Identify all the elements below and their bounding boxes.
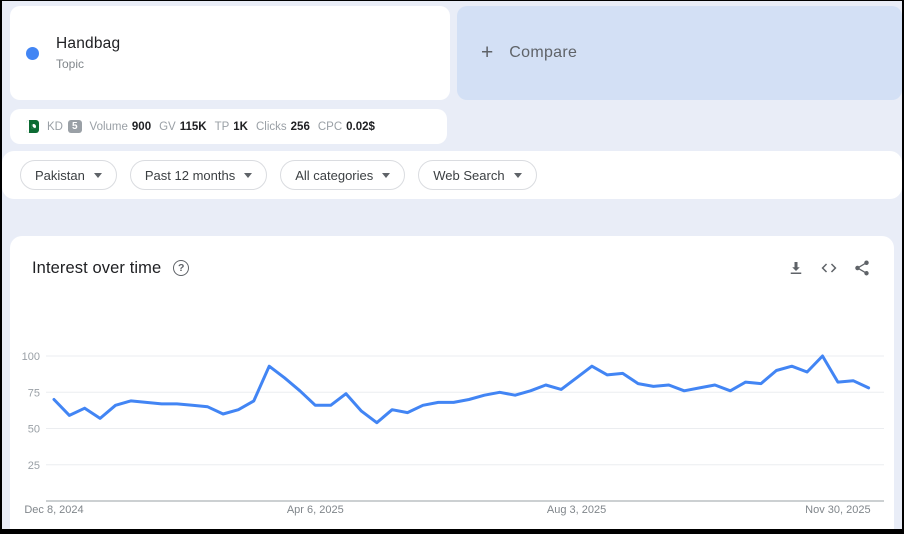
y-axis-label: 75: [28, 387, 40, 399]
filters-bar: Pakistan Past 12 months All categories W…: [2, 151, 902, 199]
series-color-dot-icon: [26, 47, 39, 60]
x-axis-label: Aug 3, 2025: [547, 504, 606, 516]
search-term-card[interactable]: Handbag Topic: [10, 6, 450, 100]
y-axis-label: 100: [22, 351, 40, 363]
clicks-value: 256: [291, 121, 310, 133]
search-term-type: Topic: [56, 57, 120, 71]
y-axis-label: 25: [28, 460, 40, 472]
chevron-down-icon: [244, 173, 252, 178]
region-dropdown[interactable]: Pakistan: [20, 160, 117, 190]
search-type-dropdown-label: Web Search: [433, 168, 504, 183]
chevron-down-icon: [94, 173, 102, 178]
search-term-title: Handbag: [56, 35, 120, 53]
x-axis-label: Dec 8, 2024: [24, 504, 83, 516]
compare-button[interactable]: + Compare: [457, 6, 902, 100]
google-trends-screen: Handbag Topic + Compare KD 5 Volume 900 …: [0, 0, 904, 534]
trend-line: [54, 356, 869, 423]
plus-icon: +: [481, 41, 493, 65]
time-range-dropdown-label: Past 12 months: [145, 168, 235, 183]
interest-over-time-card: Interest over time ? 255075100Dec 8, 202…: [10, 236, 894, 529]
time-range-dropdown[interactable]: Past 12 months: [130, 160, 267, 190]
gv-label: GV: [159, 121, 176, 133]
region-dropdown-label: Pakistan: [35, 168, 85, 183]
x-axis-label: Nov 30, 2025: [805, 504, 870, 516]
clicks-label: Clicks: [256, 121, 287, 133]
chevron-down-icon: [514, 173, 522, 178]
category-dropdown-label: All categories: [295, 168, 373, 183]
cpc-label: CPC: [318, 121, 342, 133]
compare-label: Compare: [509, 44, 577, 62]
cpc-value: 0.02$: [346, 121, 375, 133]
kd-value-badge: 5: [68, 120, 82, 133]
x-axis-label: Apr 6, 2025: [287, 504, 344, 516]
volume-value: 900: [132, 121, 151, 133]
tp-value: 1K: [233, 121, 248, 133]
pakistan-flag-icon: [26, 120, 39, 133]
search-type-dropdown[interactable]: Web Search: [418, 160, 536, 190]
interest-over-time-chart[interactable]: 25 50 75 100 Dec 8, 2024 Apr 6, 2025 Aug 3, 20…: [10, 236, 898, 530]
gv-value: 115K: [180, 121, 207, 133]
kd-label: KD: [47, 121, 63, 133]
y-axis-label: 50: [28, 424, 40, 436]
category-dropdown[interactable]: All categories: [280, 160, 405, 190]
tp-label: TP: [215, 121, 230, 133]
volume-label: Volume: [90, 121, 128, 133]
chevron-down-icon: [382, 173, 390, 178]
keyword-stats-bar: KD 5 Volume 900 GV 115K TP 1K Clicks 256…: [10, 109, 447, 144]
search-term-text: Handbag Topic: [56, 35, 120, 71]
